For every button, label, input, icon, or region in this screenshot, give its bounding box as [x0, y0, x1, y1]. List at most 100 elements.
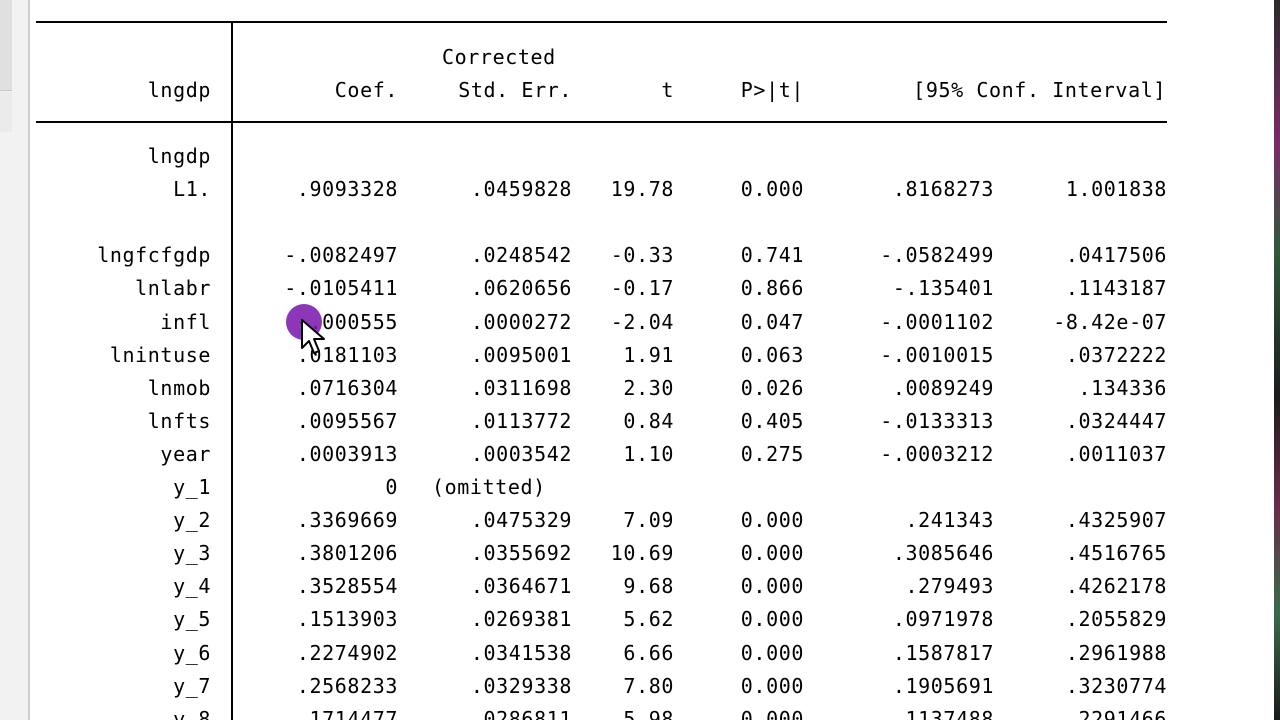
cell-coef: .2568233 [296, 673, 398, 698]
row-label: lngdp [147, 144, 211, 168]
cell-p: 0.063 [740, 342, 804, 367]
cell-se [418, 210, 572, 234]
cell-ci-upper: .2291466 [1065, 706, 1167, 720]
cell-ci-upper [1016, 210, 1167, 234]
cell-coef: .0716304 [296, 375, 398, 400]
cell-se: .0286811 [470, 706, 572, 720]
cell-ci-lower: -.0001102 [880, 309, 994, 334]
cell-ci-lower: .241343 [905, 508, 994, 533]
cell-coef: .1513903 [296, 607, 398, 632]
label-separator [231, 122, 233, 720]
cell-t: -2.04 [610, 309, 674, 334]
window-tab[interactable] [0, 0, 12, 91]
cell-t: 1.10 [623, 441, 674, 466]
cell-ci-upper: 1.001838 [1065, 177, 1167, 202]
cell-ci-upper: .0324447 [1065, 408, 1167, 433]
cell-ci-lower: .1137488 [892, 706, 994, 720]
cell-se: .0095001 [470, 342, 572, 367]
cell-coef: -.0082497 [284, 243, 398, 268]
cell-ci-lower: .3085646 [892, 541, 994, 566]
cell-ci-upper: .4516765 [1065, 541, 1167, 566]
cell-ci-lower: .0089249 [892, 375, 994, 400]
cell-p: 0.866 [740, 276, 804, 301]
cell-coef: .3369669 [296, 508, 398, 533]
row-label: y_1 [173, 475, 211, 499]
mouse-pointer-icon [301, 319, 325, 354]
cell-t: 0.84 [623, 408, 674, 433]
table-header-rule [36, 121, 1167, 123]
cell-p: 0.026 [740, 375, 804, 400]
cell-t: 19.78 [610, 177, 674, 202]
cell-ci-upper: .0417506 [1065, 243, 1167, 268]
row-label: y_5 [173, 607, 211, 632]
cell-ci-upper: .4325907 [1065, 508, 1167, 533]
cell-se: .0113772 [470, 408, 572, 433]
regression-results-table: lngdp Coef. Corrected Std. Err. t P>|t| … [36, 0, 1168, 720]
cell-coef: -.0105411 [284, 276, 398, 301]
table-top-rule [36, 21, 1167, 23]
header-depvar: lngdp [147, 78, 211, 102]
cell-p: 0.000 [740, 574, 804, 599]
cell-ci-upper: .0011037 [1065, 441, 1167, 466]
cell-se: .0003542 [470, 441, 572, 466]
row-label: lnlabr [135, 276, 211, 301]
header-coef: Coef. [334, 78, 398, 102]
row-label: lnintuse [109, 342, 211, 367]
cell-coef: 0 [385, 475, 398, 499]
cell-p: 0.000 [740, 706, 804, 720]
cell-ci-upper: -8.42e-07 [1053, 309, 1167, 334]
cell-ci-lower: -.0582499 [880, 243, 994, 268]
row-label: lnfts [147, 408, 211, 433]
cell-coef: .2274902 [296, 640, 398, 665]
header-p: P>|t| [740, 78, 804, 102]
cell-ci-upper [1016, 144, 1167, 168]
cell-coef [248, 144, 398, 168]
cell-p: 0.000 [740, 607, 804, 632]
row-label: y_6 [173, 640, 211, 665]
cell-p: 0.405 [740, 408, 804, 433]
cell-se: .0000272 [470, 309, 572, 334]
cell-ci-upper: .4262178 [1065, 574, 1167, 599]
cell-p: 0.741 [740, 243, 804, 268]
row-label: y_8 [173, 706, 211, 720]
row-label: y_7 [173, 673, 211, 698]
header-t: t [661, 78, 674, 102]
cell-t: 7.09 [623, 508, 674, 533]
cell-se: (omitted) [432, 475, 546, 499]
row-label [36, 210, 211, 234]
cell-coef: .9093328 [296, 177, 398, 202]
cell-ci-upper: .2961988 [1065, 640, 1167, 665]
cell-coef: .0003913 [296, 441, 398, 466]
cell-t [596, 210, 674, 234]
cell-ci-lower: .0971978 [892, 607, 994, 632]
cell-se: .0341538 [470, 640, 572, 665]
cell-p: 0.000 [740, 673, 804, 698]
window-tab-secondary[interactable] [0, 92, 12, 132]
cell-ci-lower: .8168273 [892, 177, 994, 202]
screen-right-edge [1274, 0, 1280, 720]
cell-coef: .1714477 [296, 706, 398, 720]
cell-se: .0364671 [470, 574, 572, 599]
window-left-frame [0, 0, 30, 720]
cell-t: -0.17 [610, 276, 674, 301]
cell-ci-upper: .0372222 [1065, 342, 1167, 367]
cell-p: 0.000 [740, 508, 804, 533]
header-se: Std. Err. [458, 78, 572, 102]
cell-ci-lower: -.0133313 [880, 408, 994, 433]
cell-t: 5.98 [623, 706, 674, 720]
header-se-top: Corrected [442, 45, 556, 69]
cell-ci-lower: -.0003212 [880, 441, 994, 466]
cell-coef [248, 210, 398, 234]
cell-t: -0.33 [610, 243, 674, 268]
cell-se: .0475329 [470, 508, 572, 533]
cell-ci-lower: .1587817 [892, 640, 994, 665]
cell-t: 2.30 [623, 375, 674, 400]
cell-ci-upper: .1143187 [1065, 276, 1167, 301]
row-label: y_4 [173, 574, 211, 599]
cell-se: .0269381 [470, 607, 572, 632]
cell-se: .0355692 [470, 541, 572, 566]
cell-ci-upper: .2055829 [1065, 607, 1167, 632]
cell-p [696, 210, 804, 234]
cell-se: .0329338 [470, 673, 572, 698]
cell-p: 0.047 [740, 309, 804, 334]
